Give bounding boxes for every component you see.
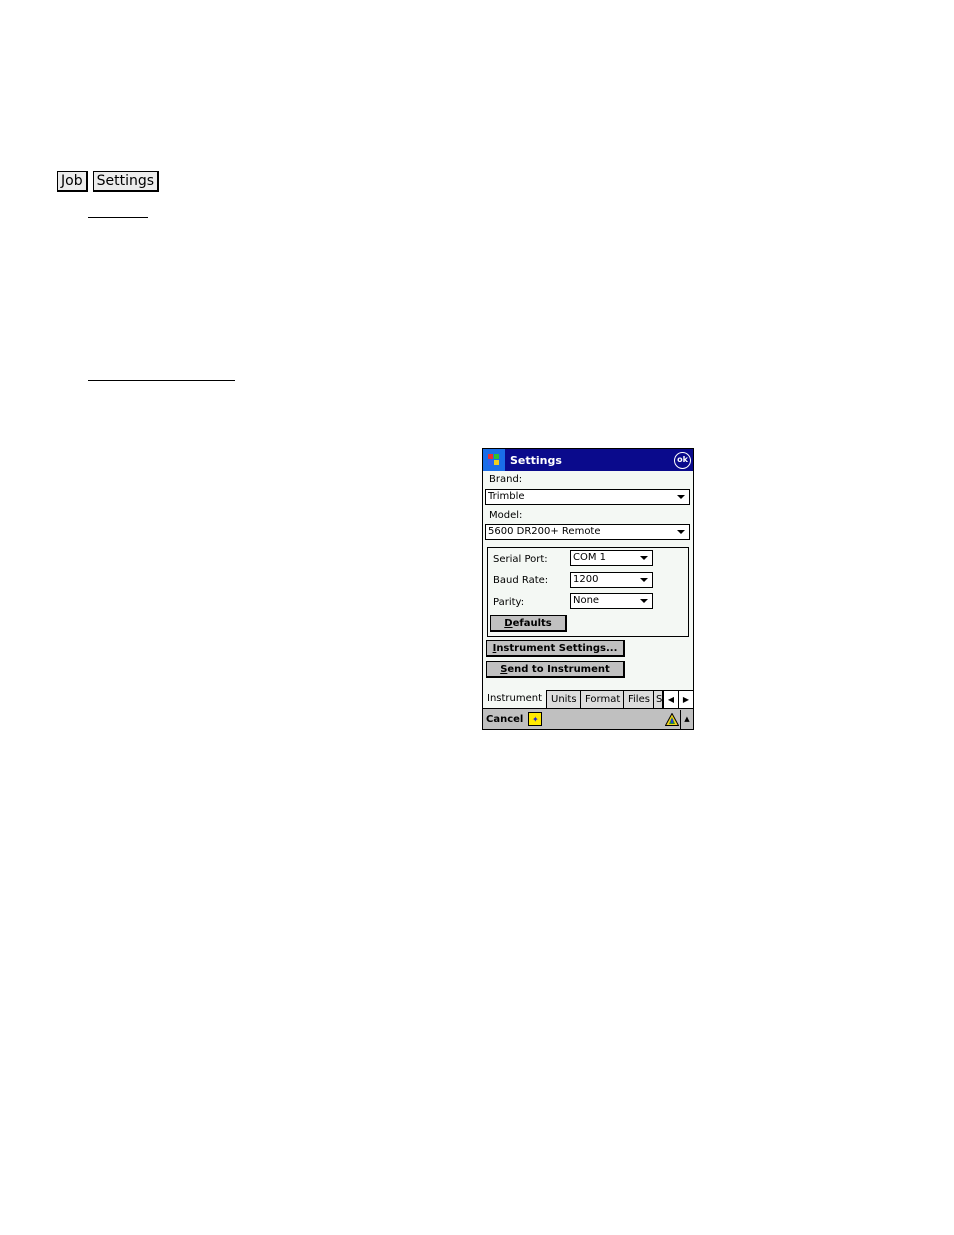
parity-value: None [573,595,600,606]
brand-label: Brand: [489,474,523,485]
windows-start-icon[interactable] [483,449,505,471]
breadcrumb-job: Job [57,171,88,192]
ok-icon[interactable]: ok [674,451,691,469]
chevron-down-icon [677,495,685,499]
title-bar: Settings ok [483,449,693,471]
divider-short [88,217,148,218]
chevron-down-icon [640,599,648,603]
sip-up-arrow-icon[interactable]: ▲ [680,709,693,729]
chevron-right-icon[interactable]: ▶ [678,691,693,708]
chevron-down-icon [640,556,648,560]
defaults-rest: efaults [512,618,552,629]
chevron-down-icon [677,530,685,534]
cancel-button[interactable]: Cancel [486,714,523,725]
ok-label: ok [677,455,688,464]
tab-scroller: ◀ ▶ [663,691,693,709]
breadcrumb-settings: Settings [92,171,160,192]
chevron-down-icon [640,578,648,582]
window-title: Settings [510,453,562,467]
serial-port-select[interactable]: COM 1 [570,550,653,566]
brand-value: Trimble [488,491,525,502]
tab-instrument[interactable]: Instrument [483,690,547,708]
chevron-left-icon[interactable]: ◀ [663,691,678,708]
brand-select[interactable]: Trimble [485,489,690,505]
tab-more[interactable]: S [654,691,663,708]
baud-rate-label: Baud Rate: [493,575,549,586]
tab-format[interactable]: Format [581,691,624,708]
defaults-button[interactable]: Defaults [490,615,567,632]
instrument-settings-rest: nstrument Settings... [496,643,618,654]
baud-rate-select[interactable]: 1200 [570,572,653,588]
model-label: Model: [489,510,523,521]
command-bar: Cancel ✦ ▲ [483,708,693,729]
breadcrumb: Job Settings [57,171,160,192]
model-select[interactable]: 5600 DR200+ Remote [485,524,690,540]
instrument-settings-button[interactable]: Instrument Settings... [486,640,625,657]
divider-long [88,380,235,381]
tab-units[interactable]: Units [547,691,581,708]
tab-bar: Instrument Units Format Files S ◀ ▶ [483,690,693,709]
device-screen: Settings ok Brand: Trimble Model: 5600 D… [482,448,694,730]
parity-select[interactable]: None [570,593,653,609]
send-rest: end to Instrument [507,664,610,675]
parity-label: Parity: [493,597,525,608]
tab-files[interactable]: Files [624,691,654,708]
baud-rate-value: 1200 [573,574,599,585]
model-value: 5600 DR200+ Remote [488,526,601,537]
serial-port-label: Serial Port: [493,554,548,565]
keyboard-sip-icon[interactable]: ✦ [528,712,543,726]
warning-icon[interactable] [664,711,680,727]
send-to-instrument-button[interactable]: Send to Instrument [486,661,625,678]
serial-port-value: COM 1 [573,552,607,563]
defaults-accel: D [504,618,513,629]
